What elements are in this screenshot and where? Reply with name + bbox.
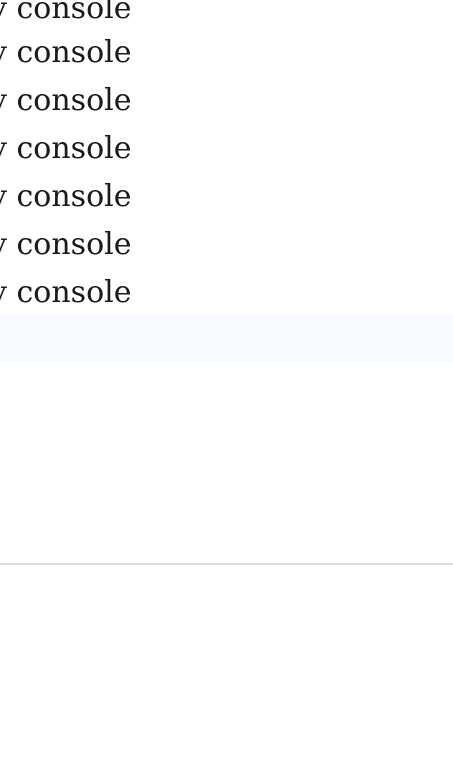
list-item-label: y console	[0, 275, 132, 310]
list-item[interactable]: y console	[0, 77, 453, 125]
list-item-label: y console	[0, 179, 132, 214]
list-item[interactable]: y console	[0, 173, 453, 221]
list-item-label: y console	[0, 227, 132, 262]
empty-list-row[interactable]	[0, 314, 453, 362]
list-item-label: y console	[0, 131, 132, 166]
list-item[interactable]: y console	[0, 29, 453, 77]
list-item[interactable]: y console	[0, 125, 453, 173]
list-item-label: y console	[0, 83, 132, 118]
item-list: y console y console y console y console …	[0, 0, 453, 362]
list-item-label: y console	[0, 35, 132, 70]
list-item[interactable]: y console	[0, 269, 453, 317]
list-item[interactable]: y console	[0, 221, 453, 269]
section-divider	[0, 563, 453, 565]
